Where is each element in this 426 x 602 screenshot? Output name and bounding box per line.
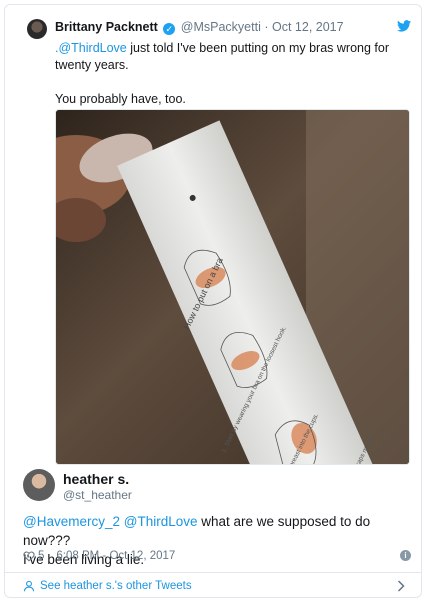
chevron-right-icon[interactable]	[397, 580, 405, 592]
tweet-meta: 5 6:08 PM - Oct 12, 2017 i	[23, 549, 413, 563]
twitter-bird-icon[interactable]	[397, 20, 411, 32]
author-handle[interactable]: @st_heather	[63, 488, 132, 502]
heart-icon[interactable]	[23, 550, 35, 562]
tweet-photo[interactable]: How to put on a bra 1. Start by wearing …	[55, 109, 410, 465]
author-handle[interactable]: @MsPackyetti	[181, 20, 261, 34]
info-icon[interactable]: i	[400, 550, 411, 561]
mention-link[interactable]: .@ThirdLove	[55, 41, 127, 55]
person-icon	[23, 580, 35, 592]
see-other-tweets-label: See heather s.'s other Tweets	[40, 580, 192, 592]
tweet-timestamp[interactable]: 6:08 PM - Oct 12, 2017	[56, 550, 175, 562]
verified-badge-icon: ✓	[163, 23, 176, 35]
tweet-date[interactable]: Oct 12, 2017	[272, 20, 344, 34]
photo-illustration: How to put on a bra 1. Start by wearing …	[56, 110, 409, 464]
quoted-tweet-header: Brittany Packnett ✓ @MsPackyetti · Oct 1…	[55, 20, 344, 35]
mention-link[interactable]: @ThirdLove	[124, 514, 198, 529]
tweet-text-line: You probably have, too.	[55, 92, 186, 106]
like-count[interactable]: 5	[38, 550, 44, 562]
separator: ·	[264, 20, 269, 34]
mention-link[interactable]: @Havemercy_2	[23, 514, 120, 529]
see-other-tweets-link[interactable]: See heather s.'s other Tweets	[5, 573, 421, 597]
avatar[interactable]	[27, 19, 47, 39]
author-name[interactable]: Brittany Packnett	[55, 20, 158, 34]
embedded-tweet-card: Brittany Packnett ✓ @MsPackyetti · Oct 1…	[4, 4, 422, 598]
avatar[interactable]	[23, 469, 55, 501]
author-name[interactable]: heather s.	[63, 471, 129, 487]
